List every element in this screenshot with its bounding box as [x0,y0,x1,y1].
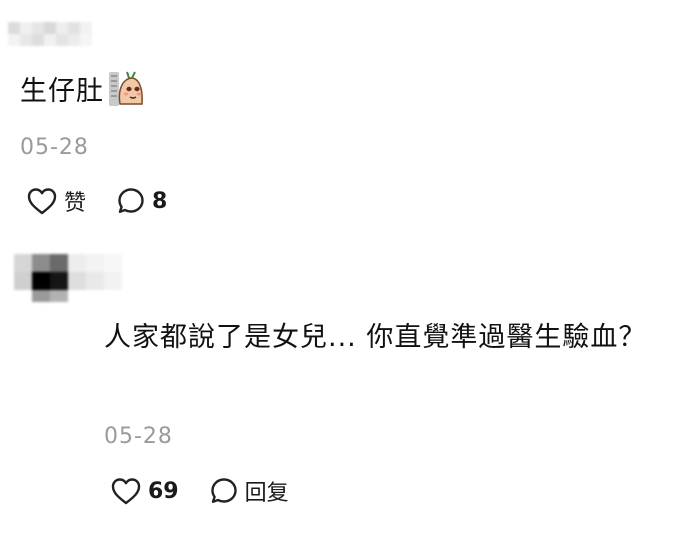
like-button[interactable]: 赞 [26,185,86,217]
speech-bubble-icon [210,478,237,503]
peach-character-sticker [108,70,146,120]
heart-icon [27,188,57,215]
reply-label: 回复 [244,481,289,506]
comment-date: 05-28 [104,424,173,449]
reply-count: 8 [152,188,168,214]
reply-button[interactable]: 8 [116,186,167,216]
comment-text: 人家都說了是女兒... 你直覺準過醫生驗血？ [104,322,647,353]
comment-date: 05-28 [20,135,89,160]
heart-icon [111,478,141,505]
comment-actions: 赞 8 [26,185,197,217]
blurred-avatar-username [14,254,140,302]
blurred-username [8,22,92,46]
comment-text-content: 生仔肚 [20,76,104,107]
reply-button[interactable]: 回复 [209,475,289,507]
comment-text: 生仔肚 [20,70,146,120]
like-count: 69 [148,478,179,504]
like-label: 赞 [64,191,87,216]
comment-actions: 69 回复 [110,475,319,507]
speech-bubble-icon [118,188,144,213]
like-button[interactable]: 69 [110,476,179,506]
